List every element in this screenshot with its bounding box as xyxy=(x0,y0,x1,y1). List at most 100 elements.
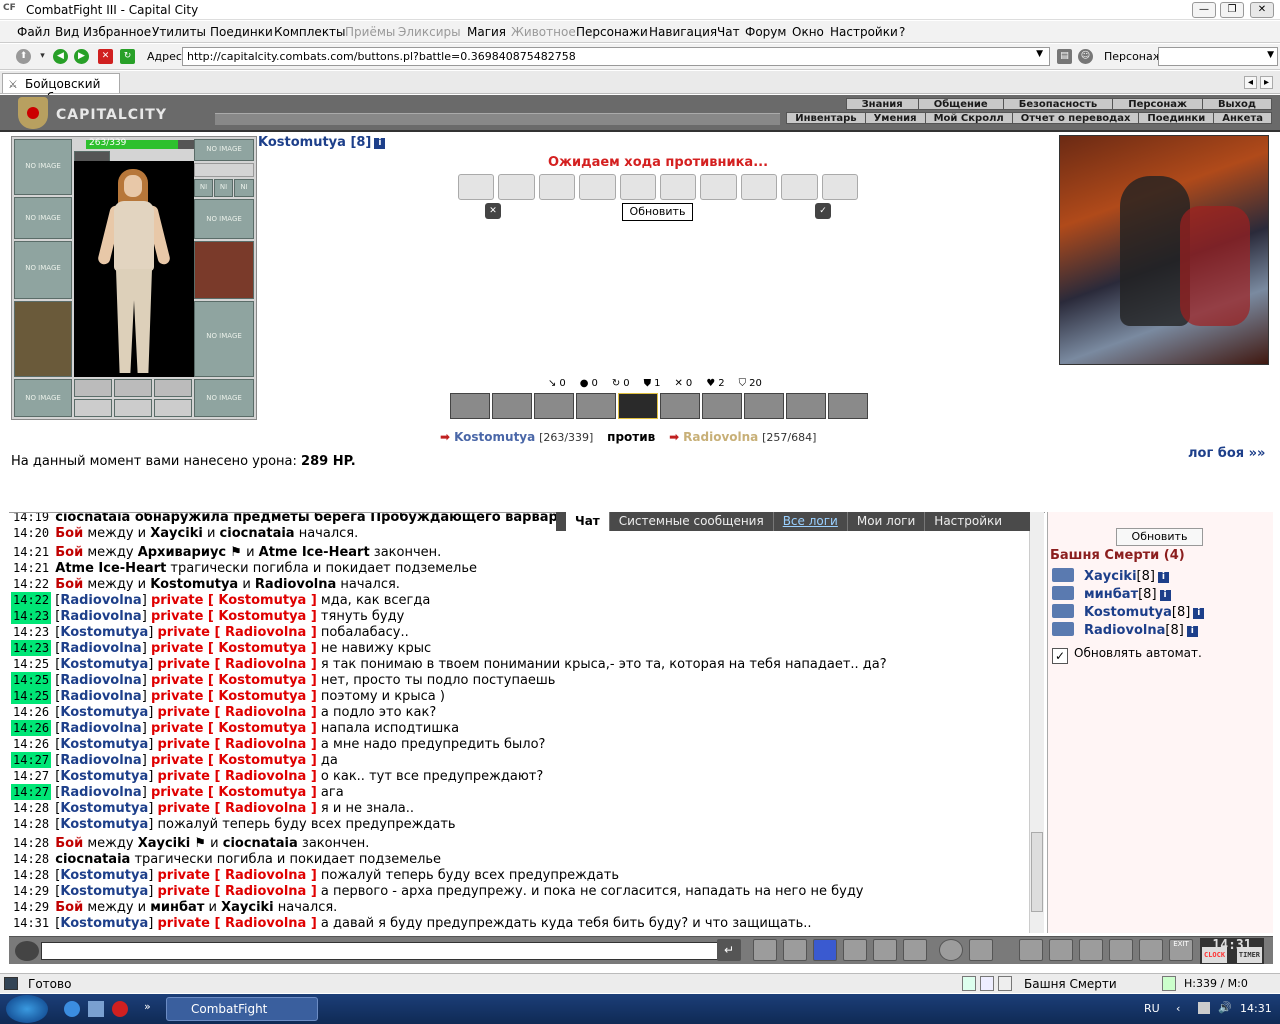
chat-recipient[interactable]: Radiovolna xyxy=(225,625,306,640)
private-tag[interactable]: private [ Radiovolna ] xyxy=(157,769,316,784)
skill-slot[interactable] xyxy=(492,393,532,419)
chat-tab[interactable]: Чат xyxy=(566,512,609,531)
cancel-icon[interactable]: ✕ xyxy=(485,203,501,219)
chevron-down-icon[interactable]: ▼ xyxy=(1267,50,1274,60)
chat-part[interactable]: Хаусiki xyxy=(138,836,191,851)
menu-item[interactable]: ? xyxy=(899,25,905,39)
reload-icon[interactable]: ↻ xyxy=(120,49,135,64)
chat-part[interactable]: Atme Ice-Heart xyxy=(259,545,370,560)
tab-left-icon[interactable]: ◂ xyxy=(1244,76,1257,89)
location-player[interactable]: Kostomutya[8] i xyxy=(1052,604,1205,622)
skill-slot[interactable] xyxy=(660,393,700,419)
scroll-slot[interactable] xyxy=(458,174,495,200)
auto-refresh-toggle[interactable]: ✓ Обновлять автомат. xyxy=(1052,646,1202,664)
private-tag[interactable]: private [ Kostomutya ] xyxy=(151,641,317,656)
ring3-slot[interactable]: NI xyxy=(234,179,254,197)
location-player[interactable]: Хаусiki[8] i xyxy=(1052,568,1169,586)
nav-bottom-item[interactable]: Отчет о переводах xyxy=(1011,113,1139,124)
chat-recipient[interactable]: Radiovolna xyxy=(225,801,306,816)
menu-item[interactable]: Утилиты xyxy=(152,25,206,39)
player-name[interactable]: Kostomutya [8] i xyxy=(258,135,386,150)
private-tag[interactable]: private [ Radiovolna ] xyxy=(157,625,316,640)
chat-scrollbar[interactable] xyxy=(1029,512,1044,933)
game-clock[interactable]: 14:31 CLOCK TIMER xyxy=(1200,938,1264,964)
chat-area[interactable]: 14:19 ciocnataia обнаружила предметы бер… xyxy=(9,512,1045,933)
chat-recipient[interactable]: Radiovolna xyxy=(225,916,306,931)
chat-sender[interactable]: Kostomutya xyxy=(60,769,148,784)
start-button[interactable] xyxy=(6,995,48,1023)
gloves-slot[interactable]: NO IMAGE xyxy=(194,199,254,239)
nav-bottom-item[interactable]: Инвентарь xyxy=(787,113,864,124)
nav-top-item[interactable]: Знания xyxy=(847,99,918,110)
refresh-button[interactable]: Обновить xyxy=(622,203,693,221)
private-tag[interactable]: private [ Kostomutya ] xyxy=(151,785,317,800)
battle-log-link[interactable]: лог боя »» xyxy=(1188,446,1265,461)
sound-icon[interactable] xyxy=(903,939,927,961)
player-name[interactable]: Хаусiki xyxy=(1084,569,1137,584)
nav-bottom-item[interactable]: Мой Скролл xyxy=(924,113,1012,124)
player-name[interactable]: минбат xyxy=(1084,587,1138,602)
private-tag[interactable]: private [ Kostomutya ] xyxy=(151,593,317,608)
scroll-slot[interactable] xyxy=(740,174,778,200)
address-input[interactable]: http://capitalcity.combats.com/buttons.p… xyxy=(182,47,1050,66)
tray-arrow-icon[interactable]: ‹ xyxy=(1176,1002,1180,1015)
chat-sender[interactable]: Radiovolna xyxy=(60,641,141,656)
chat-recipient[interactable]: Kostomutya xyxy=(218,673,306,688)
player-name[interactable]: Kostomutya xyxy=(1084,605,1172,620)
earrings-slot[interactable]: NO IMAGE xyxy=(194,139,254,161)
ring1-slot[interactable]: NI xyxy=(194,179,213,197)
player-icon[interactable] xyxy=(1052,568,1074,582)
chat-sender[interactable]: Radiovolna xyxy=(60,673,141,688)
rune3-slot[interactable] xyxy=(154,379,192,397)
scroll-slot[interactable] xyxy=(700,174,737,200)
nav-top-item[interactable]: Выход xyxy=(1201,99,1271,110)
info-icon[interactable]: i xyxy=(1193,608,1205,619)
close-button[interactable]: ✕ xyxy=(1250,2,1274,18)
dropdown-icon[interactable]: ▾ xyxy=(35,49,50,64)
armor-slot[interactable] xyxy=(14,301,72,377)
bottle-icon[interactable] xyxy=(1019,939,1043,961)
scroll-slot[interactable] xyxy=(579,174,616,200)
people-icon[interactable]: ☺ xyxy=(1078,49,1093,64)
chat-part[interactable]: Kostomutya xyxy=(150,577,238,592)
private-tag[interactable]: private [ Radiovolna ] xyxy=(157,801,316,816)
nav-top-item[interactable]: Общение xyxy=(917,99,1003,110)
chat-part[interactable]: ciocnataia xyxy=(223,836,298,851)
chat-recipient[interactable]: Radiovolna xyxy=(225,884,306,899)
menu-item[interactable]: Файл xyxy=(17,25,50,39)
chat-sender[interactable]: Radiovolna xyxy=(60,689,141,704)
page-list-icon[interactable] xyxy=(998,976,1012,991)
chat-tab[interactable]: Настройки xyxy=(924,512,1011,531)
volume-icon[interactable]: 🔊 xyxy=(1218,1001,1232,1014)
scrollbar-thumb[interactable] xyxy=(1031,832,1043,912)
nav-bottom-item[interactable]: Умения xyxy=(864,113,925,124)
player2-name[interactable]: Radiovolna xyxy=(683,430,758,444)
chat-sender[interactable]: Kostomutya xyxy=(60,625,148,640)
chat-part[interactable]: Бой xyxy=(55,545,83,560)
stop-icon[interactable]: ✕ xyxy=(98,49,113,64)
info-icon[interactable]: i xyxy=(1159,590,1171,601)
ring2-slot[interactable]: NI xyxy=(214,179,233,197)
rune1-slot[interactable] xyxy=(74,379,112,397)
chat-tab[interactable]: Системные сообщения xyxy=(608,512,773,531)
person-select[interactable]: ▼ xyxy=(1158,47,1278,66)
chat-recipient[interactable]: Kostomutya xyxy=(218,609,306,624)
chat-sender[interactable]: Kostomutya xyxy=(60,817,148,832)
menu-item[interactable]: Избранное xyxy=(83,25,151,39)
scroll1-slot[interactable] xyxy=(74,399,112,417)
more-icon[interactable]: » xyxy=(144,1000,151,1013)
chat-recipient[interactable]: Radiovolna xyxy=(225,737,306,752)
layout-icon[interactable] xyxy=(980,976,994,991)
location-refresh-button[interactable]: Обновить xyxy=(1116,528,1203,546)
menu-item[interactable]: Навигация xyxy=(649,25,717,39)
chat-sender[interactable]: Kostomutya xyxy=(60,737,148,752)
chat-sender[interactable]: Kostomutya xyxy=(60,884,148,899)
chat-recipient[interactable]: Kostomutya xyxy=(218,721,306,736)
refresh-icon[interactable] xyxy=(962,976,976,991)
chat-recipient[interactable]: Kostomutya xyxy=(218,593,306,608)
maximize-button[interactable]: ❐ xyxy=(1220,2,1244,18)
info-icon[interactable]: i xyxy=(374,138,386,149)
chat-sender[interactable]: Radiovolna xyxy=(60,593,141,608)
chat-recipient[interactable]: Kostomutya xyxy=(218,785,306,800)
chat-sender[interactable]: Kostomutya xyxy=(60,801,148,816)
